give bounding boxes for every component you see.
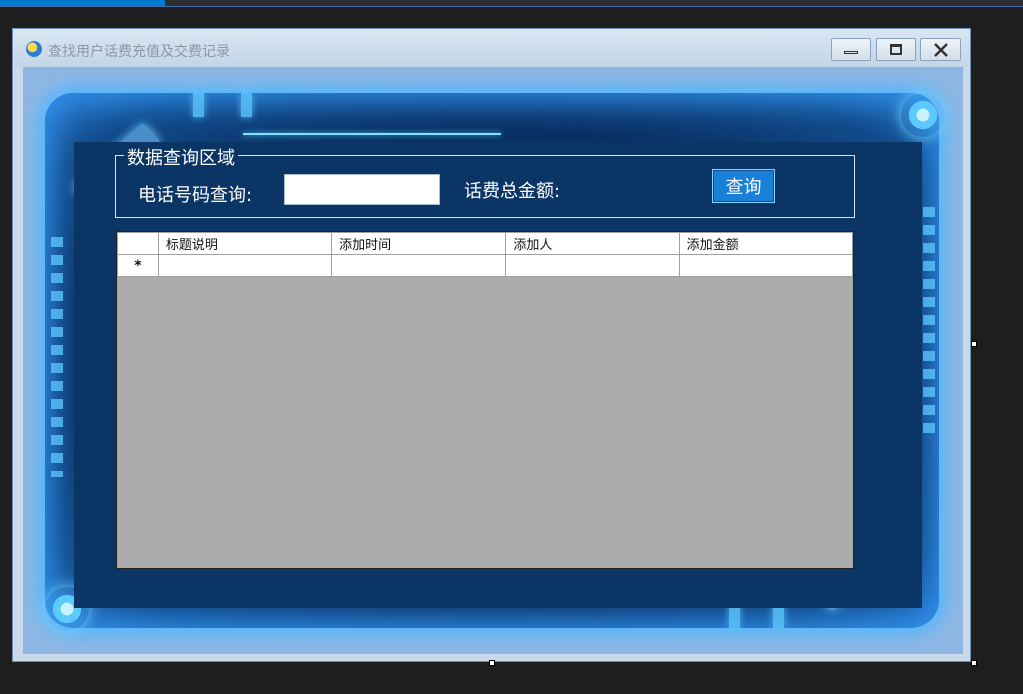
top-glow-line — [243, 133, 501, 135]
ide-tab-strip — [0, 0, 1023, 7]
resize-handle-right[interactable] — [971, 341, 977, 347]
minimize-button[interactable] — [831, 38, 871, 61]
top-bar-decoration — [193, 93, 204, 117]
resize-handle-bottom-right[interactable] — [971, 660, 977, 666]
grid-cell[interactable] — [331, 254, 507, 277]
phone-query-label: 电话号码查询: — [138, 185, 253, 206]
grid-cell[interactable] — [157, 254, 333, 277]
window-title: 查找用户话费充值及交费记录 — [48, 44, 230, 60]
column-header-added-time[interactable]: 添加时间 — [331, 232, 507, 255]
group-box-title: 数据查询区域 — [124, 144, 238, 170]
title-bar[interactable]: 查找用户话费充值及交费记录 — [13, 29, 970, 67]
maximize-button[interactable] — [876, 38, 916, 61]
column-header-added-by[interactable]: 添加人 — [505, 232, 680, 255]
right-tick-decoration — [923, 207, 935, 437]
app-globe-icon — [26, 41, 42, 57]
form-client-area: 数据查询区域 电话号码查询: 话费总金额: 查询 标题说明 添加时间 添加人 添… — [23, 67, 963, 654]
total-amount-label: 话费总金额: — [464, 181, 561, 202]
close-button[interactable] — [920, 38, 961, 61]
resize-handle-bottom[interactable] — [489, 660, 495, 666]
records-table: 标题说明 添加时间 添加人 添加金额 * — [117, 232, 853, 277]
query-group-box: 数据查询区域 电话号码查询: 话费总金额: 查询 — [115, 144, 855, 218]
records-data-grid[interactable]: 标题说明 添加时间 添加人 添加金额 * — [116, 231, 854, 569]
column-header-added-amount[interactable]: 添加金额 — [678, 232, 853, 255]
top-right-ring-decoration — [901, 93, 945, 137]
grid-new-row[interactable]: * — [117, 254, 853, 277]
new-row-marker[interactable]: * — [117, 254, 159, 277]
grid-cell[interactable] — [678, 254, 853, 277]
phone-number-input[interactable] — [284, 174, 440, 205]
minimize-icon — [844, 51, 858, 54]
top-bar-decoration — [241, 93, 252, 117]
form-window: 查找用户话费充值及交费记录 数据查询区域 电话号码查询: 话费总金额: 查询 标… — [12, 28, 971, 662]
grid-cell[interactable] — [505, 254, 680, 277]
ide-active-tab[interactable] — [0, 0, 165, 6]
maximize-icon — [890, 44, 902, 55]
column-header-title[interactable]: 标题说明 — [157, 232, 333, 255]
query-button[interactable]: 查询 — [712, 169, 775, 203]
close-icon — [933, 42, 948, 57]
grid-corner-cell[interactable] — [117, 232, 159, 255]
left-tick-decoration — [51, 237, 63, 477]
grid-header-row: 标题说明 添加时间 添加人 添加金额 — [117, 232, 853, 255]
